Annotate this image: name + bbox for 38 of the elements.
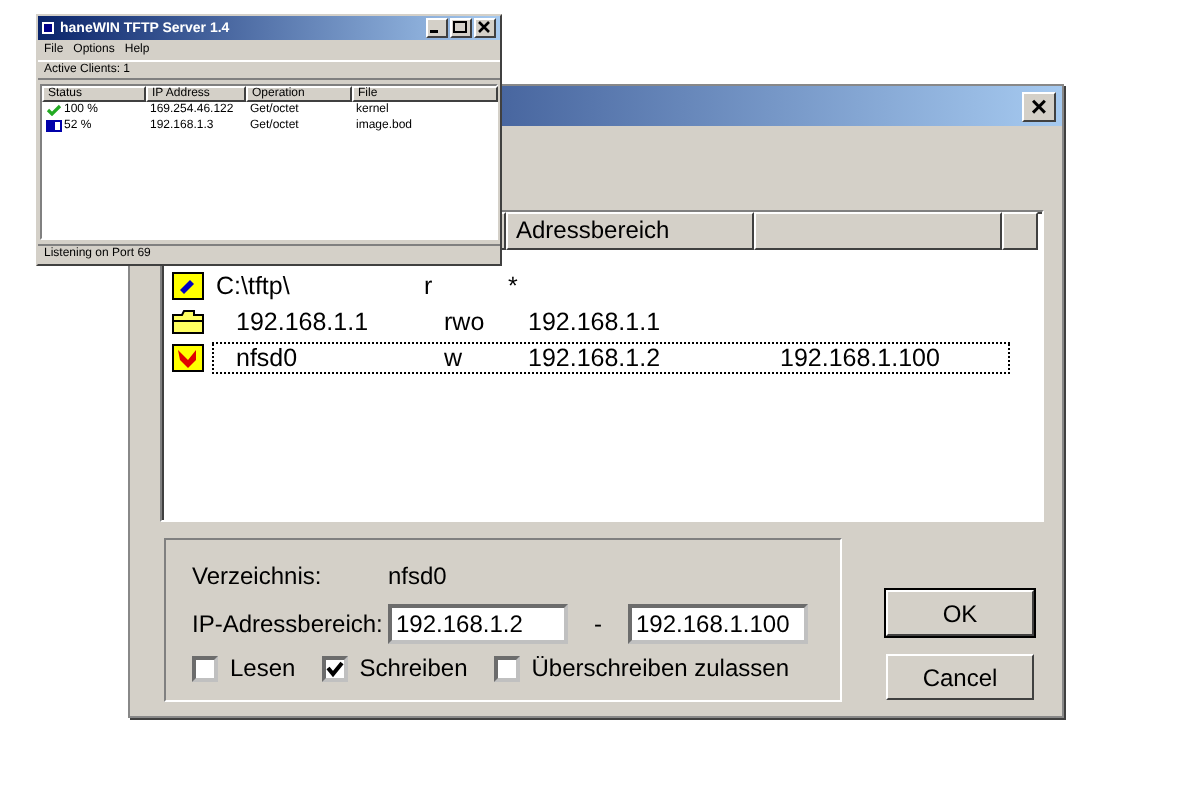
maximize-button[interactable] (450, 18, 472, 38)
range-start-field[interactable]: 192.168.1.2 (388, 604, 568, 644)
app-icon (42, 22, 54, 34)
close-icon (476, 20, 492, 34)
directory-value: nfsd0 (388, 562, 447, 590)
range-end-field[interactable]: 192.168.1.100 (628, 604, 808, 644)
range-start-cell-text: * (508, 272, 520, 300)
column-header[interactable]: Adressbereich (506, 212, 754, 250)
drive-folder-icon (172, 272, 204, 300)
share-row[interactable]: 192.168.1.1 rwo 192.168.1.1 (212, 306, 1010, 338)
directory-label: Verzeichnis: (192, 562, 324, 590)
maximize-icon (452, 20, 468, 34)
cancel-button[interactable]: Cancel (886, 654, 1034, 700)
warning-folder-icon (172, 344, 204, 372)
share-row[interactable]: C:\tftp\ r * (212, 270, 1010, 302)
range-separator: - (592, 610, 604, 638)
rights-cell-text: rwo (444, 308, 487, 336)
share-name: C:\tftp\ (214, 272, 292, 300)
permission-checkbox[interactable]: Überschreiben zulassen (493, 654, 789, 682)
check-icon (325, 659, 344, 677)
share-row[interactable]: nfsd0 w 192.168.1.2 192.168.1.100 (212, 342, 1010, 374)
permission-checkbox[interactable]: Lesen (192, 654, 296, 682)
share-name: nfsd0 (234, 344, 300, 372)
share-name: 192.168.1.1 (234, 308, 371, 336)
ok-button[interactable]: OK (886, 590, 1034, 636)
permission-checkbox[interactable]: Schreiben (321, 654, 468, 682)
rights-cell-text: r (424, 272, 435, 300)
close-button[interactable]: × (1022, 91, 1056, 121)
minimize-button[interactable] (426, 18, 448, 38)
range-end-cell: 192.168.1.100 (780, 344, 940, 372)
folder-icon (172, 308, 204, 336)
range-start-cell-text: 192.168.1.1 (528, 308, 663, 336)
rights-cell-text: w (444, 344, 465, 372)
range-label: IP-Adressbereich: (192, 610, 385, 638)
progress-icon (46, 120, 62, 132)
check-icon (46, 104, 62, 116)
close-button[interactable] (474, 18, 496, 38)
range-start-cell-text: 192.168.1.2 (528, 344, 663, 372)
